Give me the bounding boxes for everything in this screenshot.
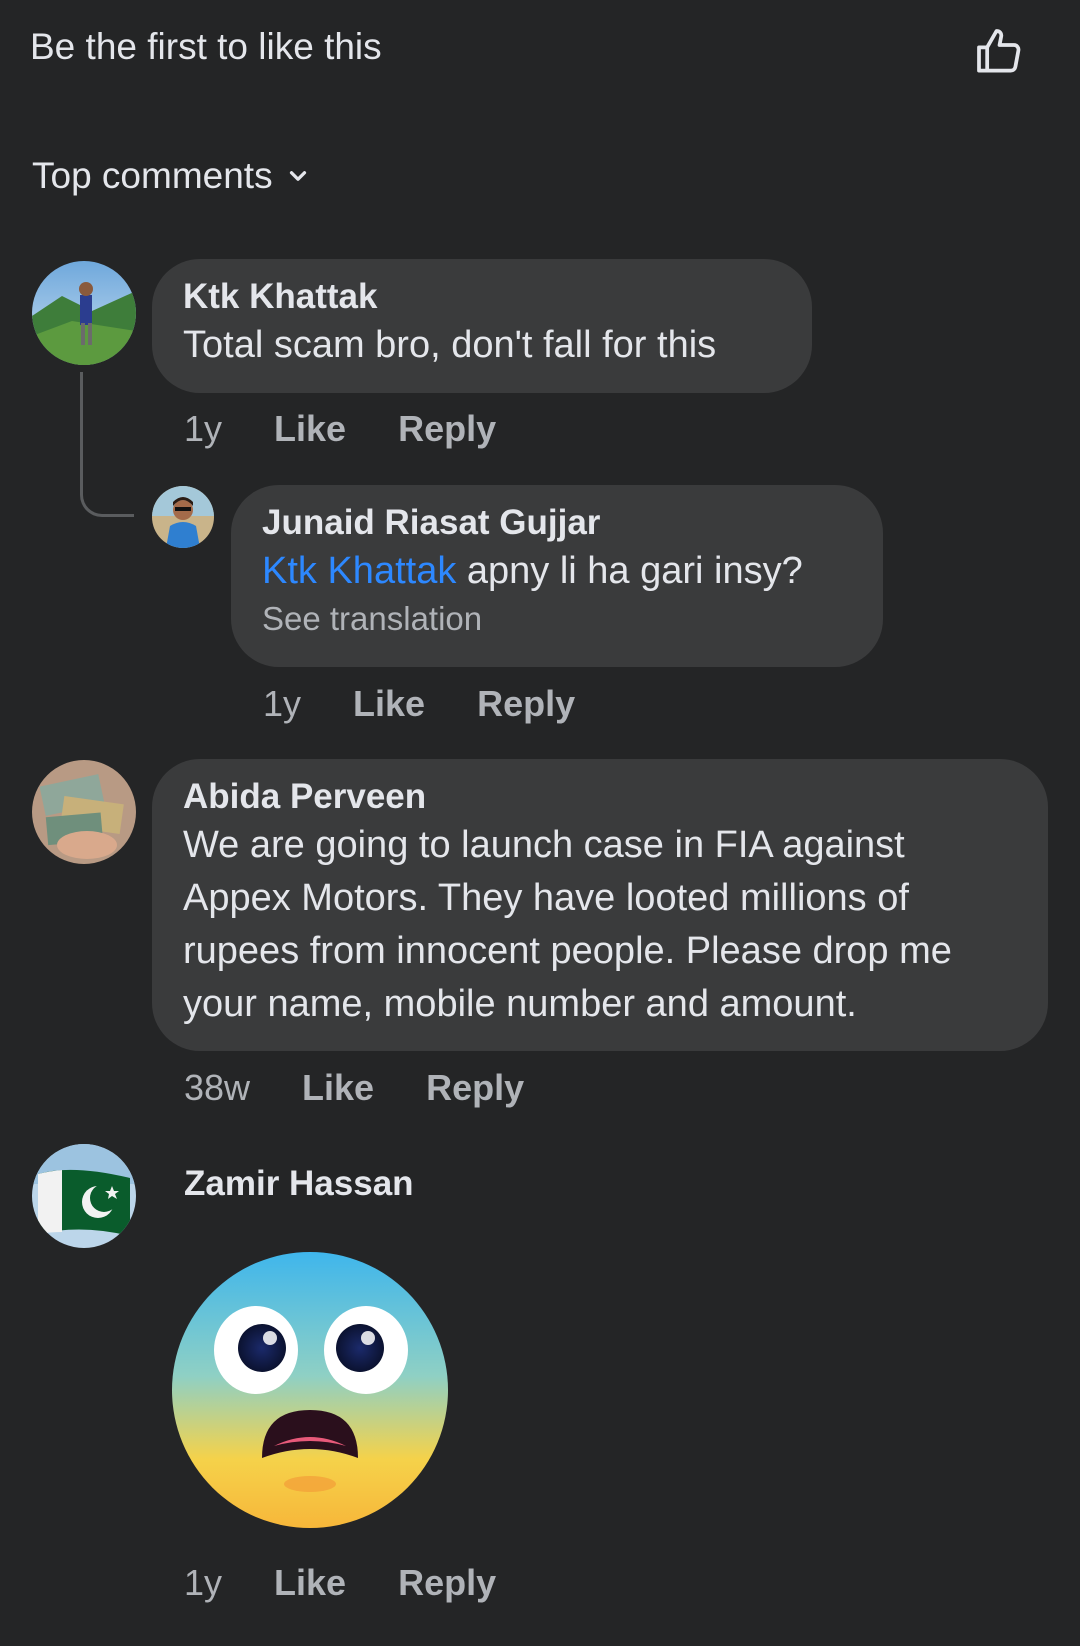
comment-text: Ktk Khattak apny li ha gari insy? xyxy=(262,545,853,598)
comment-time[interactable]: 1y xyxy=(184,1562,222,1604)
avatar[interactable] xyxy=(32,261,136,365)
comment-author[interactable]: Zamir Hassan xyxy=(184,1164,414,1204)
comment-actions: 38w Like Reply xyxy=(184,1067,524,1109)
like-link[interactable]: Like xyxy=(302,1067,374,1109)
reply-link[interactable]: Reply xyxy=(477,683,575,725)
reply-thread-connector xyxy=(80,372,134,517)
comment-bubble[interactable]: Junaid Riasat Gujjar Ktk Khattak apny li… xyxy=(231,485,883,667)
sticker[interactable] xyxy=(170,1250,450,1530)
comment-actions: 1y Like Reply xyxy=(184,408,496,450)
comment-sort-dropdown[interactable]: Top comments xyxy=(32,155,311,197)
comment-author[interactable]: Ktk Khattak xyxy=(183,277,782,317)
thumbs-up-outline-icon xyxy=(977,29,1021,73)
comment-author[interactable]: Junaid Riasat Gujjar xyxy=(262,503,853,543)
avatar[interactable] xyxy=(32,1144,136,1248)
reply-link[interactable]: Reply xyxy=(398,1562,496,1604)
comment-bubble[interactable]: Abida Perveen We are going to launch cas… xyxy=(152,759,1048,1051)
likes-summary[interactable]: Be the first to like this xyxy=(30,26,382,68)
comment-actions: 1y Like Reply xyxy=(184,1562,496,1604)
comment-time[interactable]: 38w xyxy=(184,1067,250,1109)
comment-text: We are going to launch case in FIA again… xyxy=(183,824,952,1025)
sort-label: Top comments xyxy=(32,155,273,196)
comment-bubble[interactable]: Ktk Khattak Total scam bro, don't fall f… xyxy=(152,259,812,393)
like-link[interactable]: Like xyxy=(274,1562,346,1604)
reply-link[interactable]: Reply xyxy=(398,408,496,450)
like-link[interactable]: Like xyxy=(274,408,346,450)
comment-text-body: apny li ha gari insy? xyxy=(456,550,803,592)
mention-link[interactable]: Ktk Khattak xyxy=(262,550,456,592)
like-button[interactable] xyxy=(970,22,1030,82)
comment-time[interactable]: 1y xyxy=(263,683,301,725)
reply-link[interactable]: Reply xyxy=(426,1067,524,1109)
see-translation-link[interactable]: See translation xyxy=(262,600,853,638)
comment-actions: 1y Like Reply xyxy=(263,683,575,725)
avatar[interactable] xyxy=(32,760,136,864)
comment-text: Total scam bro, don't fall for this xyxy=(183,324,717,366)
avatar[interactable] xyxy=(152,486,214,548)
fearful-face-emoji-icon xyxy=(172,1252,448,1528)
comment-time[interactable]: 1y xyxy=(184,408,222,450)
comment-author[interactable]: Abida Perveen xyxy=(183,777,1018,817)
chevron-down-icon xyxy=(289,171,306,181)
like-link[interactable]: Like xyxy=(353,683,425,725)
